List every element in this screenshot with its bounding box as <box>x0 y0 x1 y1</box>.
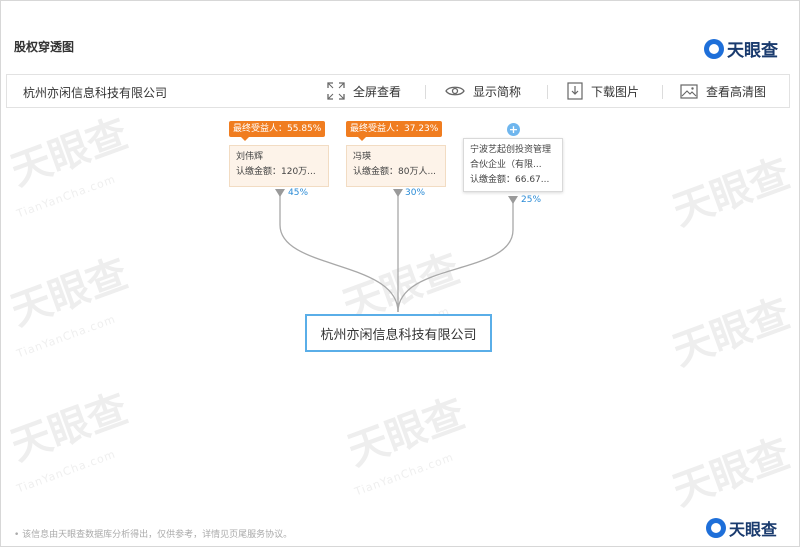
tianyancha-logo[interactable]: 天眼查 <box>706 516 777 540</box>
shareholder-amount: 认缴金额：66.67... <box>470 175 550 185</box>
expand-plus-icon[interactable]: + <box>507 123 520 136</box>
beneficiary-tag: 最终受益人：55.85% <box>229 121 326 141</box>
shareholder-node[interactable]: 冯瑛 认缴金额：80万人... <box>346 145 446 187</box>
arrow-head-2 <box>393 189 403 197</box>
shareholder-node[interactable]: 宁波艺起创投资管理 合伙企业（有限... 认缴金额：66.67... <box>463 138 563 192</box>
shareholder-name: 合伙企业（有限... <box>470 160 542 170</box>
share-ratio: 30% <box>405 188 426 198</box>
equity-links <box>275 189 518 313</box>
beneficiary-tag: 最终受益人：37.23% <box>346 121 443 141</box>
disclaimer-note: • 该信息由天眼查数据库分析得出，仅供参考，详情见页尾服务协议。 <box>14 530 293 540</box>
arrow-head-1 <box>275 189 285 197</box>
shareholder-amount: 认缴金额：80万人... <box>353 167 437 177</box>
share-ratio: 25% <box>521 195 542 205</box>
link-shareholder-1 <box>279 190 399 313</box>
target-company-node[interactable]: 杭州亦闲信息科技有限公司 <box>305 314 492 352</box>
shareholder-node[interactable]: 刘伟辉 认缴金额：120万... <box>229 145 329 187</box>
shareholder-amount: 认缴金额：120万... <box>236 167 316 177</box>
link-shareholder-3 <box>397 197 514 313</box>
arrow-head-3 <box>508 196 518 204</box>
share-ratio: 45% <box>288 188 309 198</box>
shareholder-name: 宁波艺起创投资管理 <box>470 145 552 155</box>
logo-text: 天眼查 <box>729 520 778 539</box>
shareholder-name: 冯瑛 <box>353 152 372 162</box>
shareholder-name: 刘伟辉 <box>236 152 264 162</box>
logo-mark-icon <box>706 518 726 538</box>
